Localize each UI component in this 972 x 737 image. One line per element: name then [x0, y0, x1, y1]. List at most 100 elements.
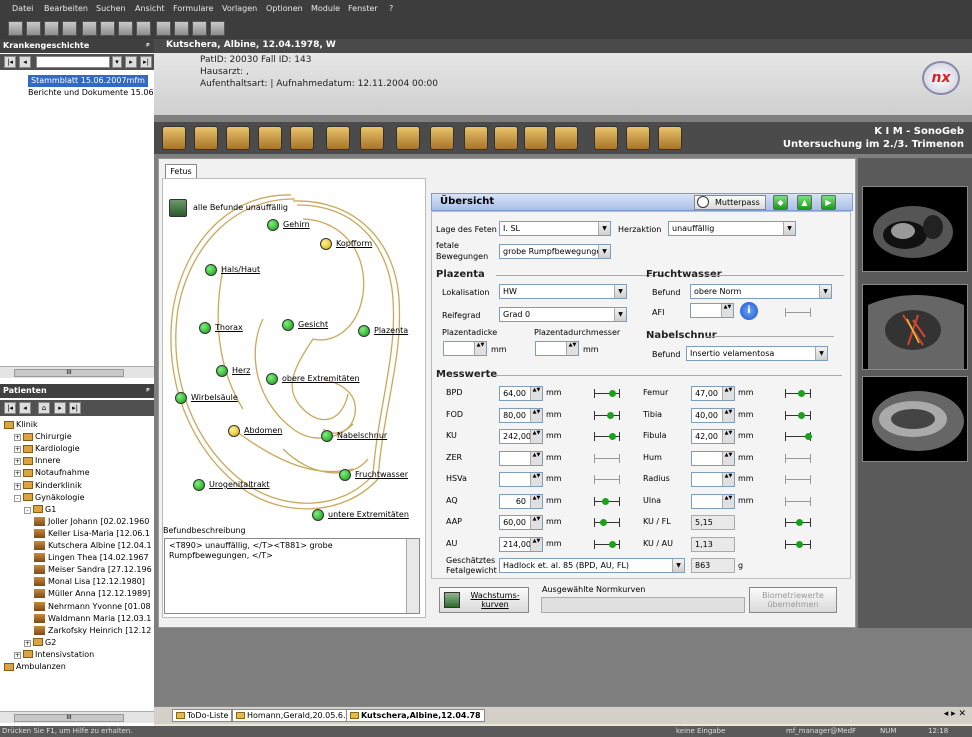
first-record-button[interactable]: |◂: [4, 56, 16, 68]
info-icon[interactable]: i: [740, 302, 758, 320]
chevron-down-icon[interactable]: ▼: [614, 308, 626, 321]
biometry-apply-button[interactable]: Biometriewerte übernehmen: [749, 587, 837, 613]
menu-vorlagen[interactable]: Vorlagen: [222, 4, 257, 13]
tree-item[interactable]: Ambulanzen: [4, 661, 66, 673]
spinner-arrows-icon[interactable]: ▲▼: [530, 408, 542, 422]
tree-item[interactable]: + Notaufnahme: [14, 467, 90, 479]
tree-item[interactable]: Monal Lisa [12.12.1980]: [34, 576, 145, 588]
menu-bearbeiten[interactable]: Bearbeiten: [44, 4, 88, 13]
finding-status-icon[interactable]: [320, 238, 332, 250]
chevron-down-icon[interactable]: ▼: [598, 245, 610, 258]
expand-toggle-icon[interactable]: +: [14, 482, 21, 490]
finding-status-icon[interactable]: [193, 479, 205, 491]
tab-todo[interactable]: ToDo-Liste: [172, 709, 233, 722]
prev-record-button[interactable]: ◂: [19, 56, 31, 68]
key-icon[interactable]: [8, 21, 23, 36]
tree-item[interactable]: - Gynäkologie: [14, 492, 85, 504]
spinner-arrows-icon[interactable]: ▲▼: [722, 473, 734, 486]
measure-input[interactable]: ▲▼: [691, 493, 735, 509]
spinner-arrows-icon[interactable]: ▲▼: [530, 537, 542, 551]
print-preview-icon[interactable]: [100, 21, 115, 36]
finding-status-icon[interactable]: [339, 469, 351, 481]
measure-input[interactable]: 60,00 ▲▼: [499, 515, 543, 530]
tree-item[interactable]: Klinik: [4, 419, 38, 431]
finding-status-icon[interactable]: [312, 509, 324, 521]
syringe-icon[interactable]: [430, 126, 454, 150]
finding-status-icon[interactable]: [216, 365, 228, 377]
folder-icon[interactable]: [226, 126, 250, 150]
tree-item[interactable]: Waldmann Maria [12.03.1: [34, 613, 151, 625]
weight-method-combo[interactable]: Hadlock et. al. 85 (BPD, AU, FL) ▼: [499, 558, 685, 573]
expand-toggle-icon[interactable]: -: [24, 506, 31, 514]
undo-icon[interactable]: [174, 21, 189, 36]
spinner-arrows-icon[interactable]: ▲▼: [722, 387, 734, 400]
save-icon[interactable]: [62, 21, 77, 36]
tree-item[interactable]: Meiser Sandra [27.12.196: [34, 564, 152, 576]
measure-input[interactable]: ▲▼: [691, 450, 735, 466]
heart-activity-combo[interactable]: unauffällig ▼: [668, 221, 796, 236]
expand-toggle-icon[interactable]: +: [24, 639, 31, 647]
paste-icon[interactable]: [156, 21, 171, 36]
patients-hscrollbar[interactable]: III: [0, 711, 154, 723]
expand-toggle-icon[interactable]: -: [14, 494, 21, 502]
spinner-arrows-icon[interactable]: ▲▼: [722, 430, 734, 443]
spinner-arrows-icon[interactable]: ▲▼: [722, 451, 734, 465]
history-hscrollbar[interactable]: III: [0, 366, 154, 378]
filter-button[interactable]: ⌂: [38, 402, 50, 414]
scroll-thumb[interactable]: III: [14, 369, 124, 377]
tab-kutschera[interactable]: Kutschera,Albine,12.04.78: [346, 709, 485, 722]
spinner-arrows-icon[interactable]: ▲▼: [722, 494, 734, 508]
finding-status-icon[interactable]: [321, 430, 333, 442]
menu-ansicht[interactable]: Ansicht: [135, 4, 165, 13]
tab-fetus[interactable]: Fetus: [165, 164, 197, 178]
tab-scroll-icons[interactable]: ◂ ▸ ✕: [944, 709, 966, 719]
spinner-arrows-icon[interactable]: ▲▼: [530, 494, 542, 508]
tab-homann[interactable]: Homann,Gerald,20.05.6…: [232, 709, 355, 722]
finding-status-icon[interactable]: [267, 219, 279, 231]
first-record-button[interactable]: |◂: [4, 402, 16, 414]
norm-curves-list[interactable]: [541, 597, 745, 613]
measure-input[interactable]: 40,00 ▲▼: [691, 407, 735, 423]
chevron-down-icon[interactable]: ▼: [614, 285, 626, 298]
last-record-button[interactable]: ▸|: [140, 56, 152, 68]
lock-icon[interactable]: [194, 126, 218, 150]
finding-thorax[interactable]: Thorax: [215, 323, 243, 332]
finding-untere-extremitäten[interactable]: untere Extremitäten: [328, 510, 409, 519]
finding-nabelschnur[interactable]: Nabelschnur: [337, 431, 387, 440]
scissors-icon[interactable]: [626, 126, 650, 150]
chevron-down-icon[interactable]: ▼: [815, 347, 827, 360]
history-item[interactable]: Stammblatt 15.06.2007mfm: [28, 75, 148, 87]
menu-fenster[interactable]: Fenster: [348, 4, 378, 13]
finding-gesicht[interactable]: Gesicht: [298, 320, 328, 329]
measure-input[interactable]: 42,00 ▲▼: [691, 429, 735, 444]
chevron-down-icon[interactable]: ▼: [783, 222, 795, 235]
measure-input[interactable]: 214,00 ▲▼: [499, 536, 543, 552]
redo-icon[interactable]: [192, 21, 207, 36]
menu-optionen[interactable]: Optionen: [266, 4, 303, 13]
printer-icon[interactable]: [594, 126, 618, 150]
users-icon[interactable]: [360, 126, 384, 150]
measure-input[interactable]: ▲▼: [691, 472, 735, 487]
spinner-arrows-icon[interactable]: ▲▼: [721, 304, 733, 317]
last-record-button[interactable]: ▸|: [69, 402, 81, 414]
expand-toggle-icon[interactable]: +: [14, 458, 21, 466]
measure-input[interactable]: 60 ▲▼: [499, 493, 543, 509]
finding-obere-extremitäten[interactable]: obere Extremitäten: [282, 374, 360, 383]
copy-icon[interactable]: [136, 21, 151, 36]
finding-status-icon[interactable]: [205, 264, 217, 276]
next-record-button[interactable]: ▸: [125, 56, 137, 68]
pin-icon[interactable]: ᵖ: [146, 386, 150, 395]
spinner-arrows-icon[interactable]: ▲▼: [722, 408, 734, 422]
cord-finding-combo[interactable]: Insertio velamentosa ▼: [686, 346, 828, 361]
tree-item[interactable]: + Chirurgie: [14, 431, 72, 443]
placenta-location-combo[interactable]: HW ▼: [499, 284, 627, 299]
befund-textarea[interactable]: <T890> unauffällig, </T><T881> grobe Rum…: [164, 538, 420, 614]
scroll-thumb[interactable]: III: [14, 714, 124, 722]
chevron-down-icon[interactable]: ▼: [819, 285, 831, 298]
home-icon[interactable]: [258, 126, 282, 150]
tree-item[interactable]: Lingen Thea [14.02.1967: [34, 552, 149, 564]
finding-plazenta[interactable]: Plazenta: [374, 326, 408, 335]
print-icon[interactable]: [82, 21, 97, 36]
finding-fruchtwasser[interactable]: Fruchtwasser: [355, 470, 408, 479]
amniotic-finding-combo[interactable]: obere Norm ▼: [690, 284, 832, 299]
